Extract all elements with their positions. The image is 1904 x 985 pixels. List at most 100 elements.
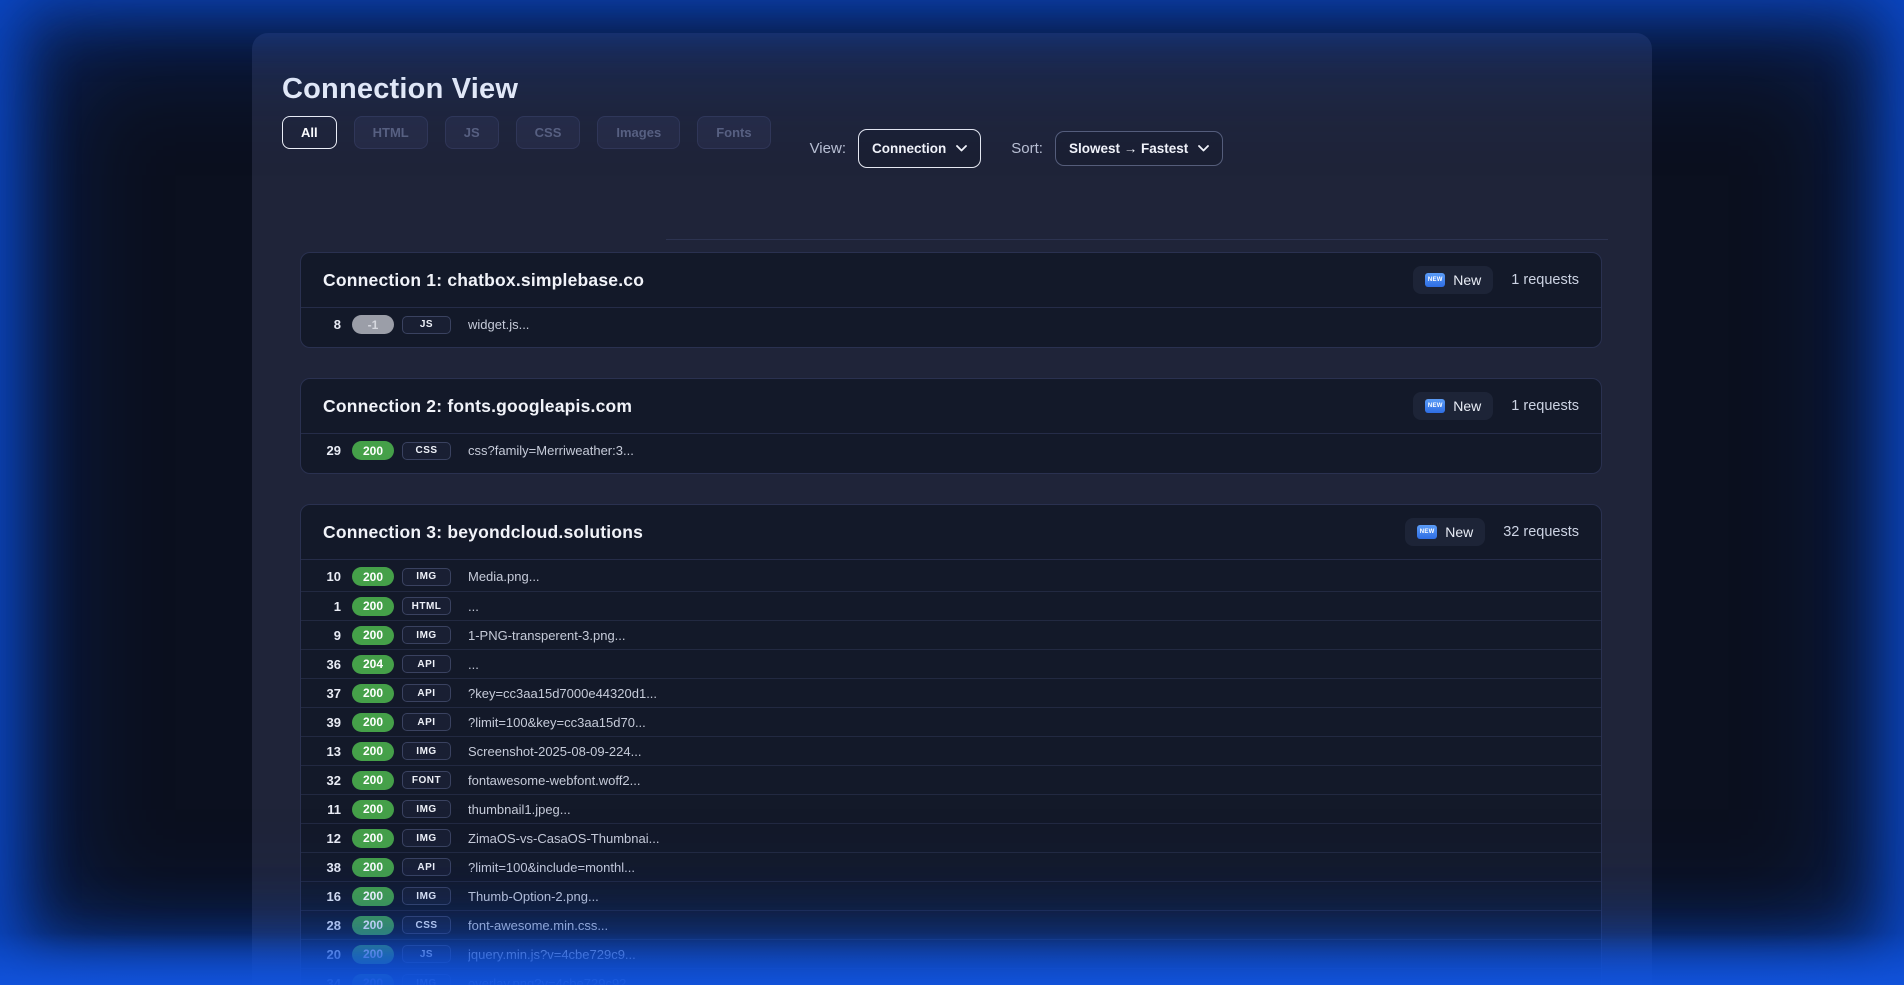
request-number: 37 <box>315 686 341 701</box>
request-number: 36 <box>315 657 341 672</box>
type-badge: IMG <box>402 887 451 905</box>
status-badge: 200 <box>352 829 394 848</box>
filter-button-fonts[interactable]: Fonts <box>697 116 770 149</box>
request-row[interactable]: 29 200 CSS css?family=Merriweather:3... <box>301 436 1601 465</box>
request-row[interactable]: 34 200 IMG overlay.png?v=4cbe729c92... <box>301 968 1601 985</box>
new-icon: NEW <box>1425 399 1445 413</box>
type-badge: JS <box>402 316 451 334</box>
toolbar: All HTML JS CSS Images Fonts View: Connection… <box>282 116 1622 168</box>
request-row[interactable]: 37 200 API ?key=cc3aa15d7000e44320d1... <box>301 678 1601 707</box>
request-row[interactable]: 16 200 IMG Thumb-Option-2.png... <box>301 881 1601 910</box>
type-badge: JS <box>402 945 451 963</box>
connection-title: Connection 2: fonts.googleapis.com <box>323 396 1413 417</box>
view-label: View: <box>810 140 846 157</box>
request-name: thumbnail1.jpeg... <box>468 802 571 817</box>
request-number: 11 <box>315 802 341 817</box>
filter-button-html[interactable]: HTML <box>354 116 428 149</box>
request-row[interactable]: 1 200 HTML ... <box>301 591 1601 620</box>
filter-button-css[interactable]: CSS <box>516 116 581 149</box>
connection-card-header: Connection 1: chatbox.simplebase.co NEW … <box>301 253 1601 308</box>
request-number: 38 <box>315 860 341 875</box>
request-rows: 29 200 CSS css?family=Merriweather:3... <box>301 434 1601 473</box>
connection-title: Connection 1: chatbox.simplebase.co <box>323 270 1413 291</box>
type-badge: CSS <box>402 916 451 934</box>
status-badge: 200 <box>352 742 394 761</box>
chevron-down-icon <box>956 145 967 152</box>
status-badge: 200 <box>352 567 394 586</box>
request-row[interactable]: 10 200 IMG Media.png... <box>301 562 1601 591</box>
connection-card: Connection 1: chatbox.simplebase.co NEW … <box>300 252 1602 348</box>
request-row[interactable]: 11 200 IMG thumbnail1.jpeg... <box>301 794 1601 823</box>
request-name: overlay.png?v=4cbe729c92... <box>468 976 637 985</box>
request-row[interactable]: 9 200 IMG 1-PNG-transperent-3.png... <box>301 620 1601 649</box>
new-badge-label: New <box>1445 524 1473 540</box>
new-badge-label: New <box>1453 272 1481 288</box>
request-name: jquery.min.js?v=4cbe729c9... <box>468 947 636 962</box>
connection-card-header: Connection 3: beyondcloud.solutions NEW … <box>301 505 1601 560</box>
filter-button-js[interactable]: JS <box>445 116 499 149</box>
view-select-value: Connection <box>872 141 946 156</box>
type-badge: IMG <box>402 626 451 644</box>
filter-button-images[interactable]: Images <box>597 116 680 149</box>
connection-list: Connection 1: chatbox.simplebase.co NEW … <box>300 252 1602 985</box>
filter-bar: All HTML JS CSS Images Fonts <box>282 116 788 149</box>
request-row[interactable]: 20 200 JS jquery.min.js?v=4cbe729c9... <box>301 939 1601 968</box>
view-select[interactable]: Connection <box>858 129 981 168</box>
request-rows: 10 200 IMG Media.png... 1 200 HTML ... 9… <box>301 560 1601 985</box>
request-number: 29 <box>315 443 341 458</box>
status-badge: 200 <box>352 626 394 645</box>
type-badge: IMG <box>402 974 451 985</box>
request-name: Screenshot-2025-08-09-224... <box>468 744 641 759</box>
request-number: 13 <box>315 744 341 759</box>
request-count: 32 requests <box>1503 524 1579 540</box>
connection-card: Connection 3: beyondcloud.solutions NEW … <box>300 504 1602 985</box>
sort-label: Sort: <box>1011 140 1043 157</box>
status-badge: 200 <box>352 684 394 703</box>
type-badge: FONT <box>402 771 451 789</box>
request-name: css?family=Merriweather:3... <box>468 443 634 458</box>
request-number: 12 <box>315 831 341 846</box>
connection-view-panel: Connection View All HTML JS CSS Images Fonts … <box>252 33 1652 985</box>
status-badge: 204 <box>352 655 394 674</box>
type-badge: HTML <box>402 597 451 615</box>
request-count: 1 requests <box>1511 272 1579 288</box>
request-number: 32 <box>315 773 341 788</box>
request-name: ?limit=100&include=monthl... <box>468 860 635 875</box>
request-name: ... <box>468 599 479 614</box>
request-name: widget.js... <box>468 317 529 332</box>
request-name: ... <box>468 657 479 672</box>
status-badge: 200 <box>352 887 394 906</box>
request-number: 39 <box>315 715 341 730</box>
request-row[interactable]: 39 200 API ?limit=100&key=cc3aa15d70... <box>301 707 1601 736</box>
sort-select[interactable]: Slowest → Fastest <box>1055 131 1223 166</box>
request-number: 1 <box>315 599 341 614</box>
request-row[interactable]: 38 200 API ?limit=100&include=monthl... <box>301 852 1601 881</box>
request-number: 20 <box>315 947 341 962</box>
status-badge: 200 <box>352 713 394 732</box>
request-row[interactable]: 8 -1 JS widget.js... <box>301 310 1601 339</box>
type-badge: IMG <box>402 742 451 760</box>
filter-button-all[interactable]: All <box>282 116 337 149</box>
request-row[interactable]: 12 200 IMG ZimaOS-vs-CasaOS-Thumbnai... <box>301 823 1601 852</box>
new-badge: NEW New <box>1413 392 1493 420</box>
request-name: fontawesome-webfont.woff2... <box>468 773 640 788</box>
request-name: ZimaOS-vs-CasaOS-Thumbnai... <box>468 831 659 846</box>
request-name: Media.png... <box>468 569 540 584</box>
list-divider <box>666 239 1608 240</box>
request-rows: 8 -1 JS widget.js... <box>301 308 1601 347</box>
new-icon: NEW <box>1417 525 1437 539</box>
status-badge: 200 <box>352 771 394 790</box>
type-badge: API <box>402 684 451 702</box>
request-row[interactable]: 36 204 API ... <box>301 649 1601 678</box>
request-row[interactable]: 28 200 CSS font-awesome.min.css... <box>301 910 1601 939</box>
status-badge: 200 <box>352 916 394 935</box>
request-row[interactable]: 13 200 IMG Screenshot-2025-08-09-224... <box>301 736 1601 765</box>
type-badge: API <box>402 713 451 731</box>
request-row[interactable]: 32 200 FONT fontawesome-webfont.woff2... <box>301 765 1601 794</box>
request-name: Thumb-Option-2.png... <box>468 889 599 904</box>
status-badge: 200 <box>352 441 394 460</box>
status-badge: 200 <box>352 597 394 616</box>
page-title: Connection View <box>282 73 1622 106</box>
connection-card: Connection 2: fonts.googleapis.com NEW N… <box>300 378 1602 474</box>
status-badge: 200 <box>352 974 394 985</box>
